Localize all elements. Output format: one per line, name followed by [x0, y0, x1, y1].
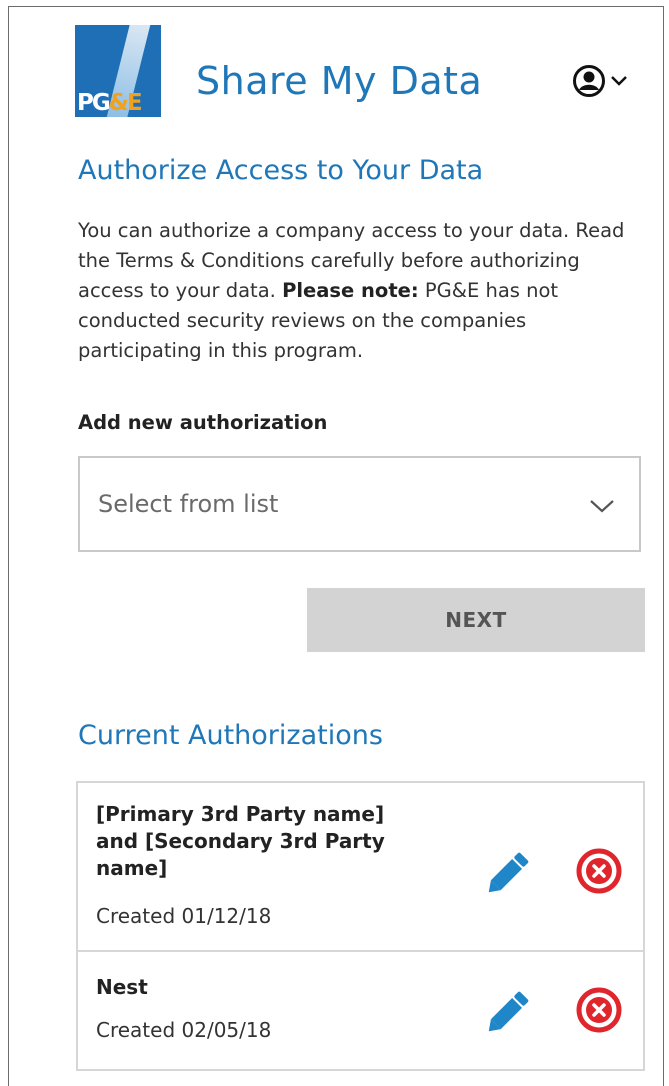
chevron-down-icon — [590, 500, 614, 513]
app-title: Share My Data — [196, 59, 483, 103]
current-authorizations-title: Current Authorizations — [78, 720, 383, 751]
add-authorization-label: Add new authorization — [78, 411, 328, 434]
intro-paragraph: You can authorize a company access to yo… — [78, 216, 638, 366]
authorization-created-date: Created 01/12/18 — [96, 904, 272, 928]
authorize-title: Authorize Access to Your Data — [78, 155, 484, 186]
user-circle-icon — [573, 65, 605, 97]
company-select[interactable]: Select from list — [78, 456, 641, 552]
authorization-name: [Primary 3rd Party name] and [Secondary … — [96, 802, 385, 880]
authorizations-list: [Primary 3rd Party name] and [Secondary … — [76, 781, 645, 1071]
authorization-row: Nest Created 02/05/18 — [78, 950, 643, 1069]
authorization-created-date: Created 02/05/18 — [96, 1018, 272, 1042]
account-menu-button[interactable] — [572, 64, 634, 98]
next-button[interactable]: NEXT — [307, 588, 645, 652]
pencil-icon[interactable] — [484, 984, 536, 1036]
note-label: Please note: — [282, 279, 419, 302]
authorization-name: Nest — [96, 975, 148, 999]
logo-text: PG&E — [77, 90, 142, 116]
select-placeholder: Select from list — [98, 490, 279, 518]
remove-icon[interactable] — [573, 984, 625, 1036]
pencil-icon[interactable] — [484, 845, 536, 897]
authorization-row: [Primary 3rd Party name] and [Secondary … — [78, 783, 643, 950]
remove-icon[interactable] — [573, 845, 625, 897]
chevron-down-icon — [611, 76, 627, 86]
pge-logo: PG&E — [75, 25, 161, 117]
